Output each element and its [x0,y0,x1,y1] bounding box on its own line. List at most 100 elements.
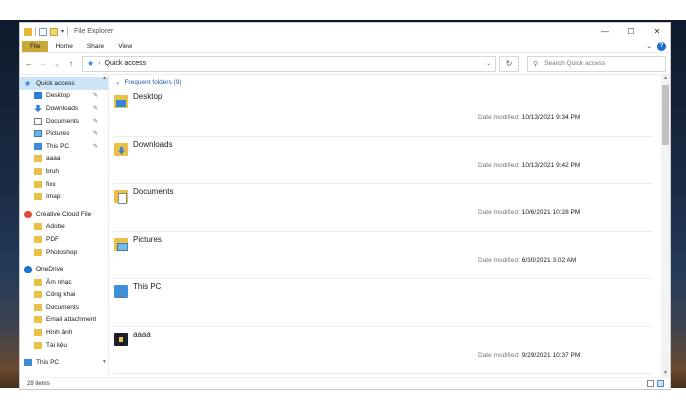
sidebar-item-adobe[interactable]: Adobe [20,221,108,234]
sidebar-item-this-pc[interactable]: This PC [20,356,108,369]
up-button[interactable]: ↑ [66,59,76,68]
details-view-icon[interactable] [647,380,654,387]
breadcrumb[interactable]: Quick access [105,60,147,67]
view-switcher [647,380,670,387]
sidebar-item-bruh[interactable]: bruh [20,165,108,178]
sidebar-item-onedrive-documents[interactable]: Documents [20,301,108,314]
scroll-down-icon[interactable]: ▼ [661,370,670,376]
folder-name: This PC [133,282,162,291]
sidebar-item-pictures[interactable]: Pictures ✎ [20,127,108,140]
sidebar-item-creative-cloud[interactable]: Creative Cloud File [20,208,108,221]
navigation-pane: ★ Quick access Desktop ✎ Downloads ✎ Doc… [20,75,109,377]
scroll-down-icon[interactable]: ▼ [102,359,107,365]
navigation-scrollbar[interactable]: ▲ ▼ [101,75,108,377]
tab-view[interactable]: View [111,43,139,50]
sidebar-item-label: Creative Cloud File [36,210,92,218]
sidebar-item-photoshop[interactable]: Photoshop [20,246,108,259]
sidebar-item-onedrive[interactable]: OneDrive [20,263,108,276]
sidebar-item-label: Documents [46,117,79,125]
minimize-button[interactable]: — [592,23,618,40]
customize-toolbar-dropdown-icon[interactable]: ▾ [61,28,64,35]
sidebar-item-quick-access[interactable]: ★ Quick access [20,77,108,90]
documents-folder-icon [114,190,128,204]
tab-file[interactable]: File [22,40,49,52]
breadcrumb-chevron-icon[interactable]: › [98,60,100,67]
properties-icon[interactable] [39,27,47,36]
this-pc-icon [34,142,42,150]
maximize-button[interactable]: ☐ [618,23,644,40]
sidebar-item-fixx[interactable]: fixx [20,178,108,191]
quick-access-toolbar: ▾ [24,27,69,36]
date-modified-value: 10/13/2021 9:42 PM [521,161,581,169]
date-modified-label: Date modified: [478,114,520,121]
folder-icon [34,235,42,243]
sidebar-item-this-pc-pinned[interactable]: This PC ✎ [20,140,108,153]
folder-tile-pictures[interactable]: Pictures Date modified: 6/30/2021 3:02 A… [113,232,652,279]
folder-tile-this-pc[interactable]: This PC [113,279,652,327]
sidebar-item-hinh-anh[interactable]: Hình ảnh [20,326,108,339]
sidebar-item-aaaa[interactable]: aaaa [20,153,108,166]
folder-tile-downloads[interactable]: Downloads Date modified: 10/13/2021 9:42… [113,137,652,184]
sidebar-item-pdf[interactable]: PDF [20,233,108,246]
scrollbar-thumb[interactable] [662,85,669,145]
sidebar-item-downloads[interactable]: Downloads ✎ [20,102,108,115]
large-icons-view-icon[interactable] [657,380,664,387]
folder-icon [34,329,42,337]
search-box[interactable]: ⚲ [527,55,666,72]
folder-icon [34,291,42,299]
folder-icon [34,278,42,286]
scroll-up-icon[interactable]: ▲ [661,75,670,81]
address-dropdown-icon[interactable]: ⌄ [486,60,491,67]
scroll-up-icon[interactable]: ▲ [102,75,107,81]
sidebar-item-tai-lieu[interactable]: Tài liệu [20,339,108,352]
quick-access-star-icon: ★ [24,78,32,88]
folder-icon [34,341,42,349]
folder-tile-aaaa[interactable]: aaaa Date modified: 9/29/2021 10:37 PM [113,327,652,374]
folder-icon [34,303,42,311]
date-modified: Date modified: 6/30/2021 3:02 AM [478,257,576,264]
navigation-bar: ← → ⌄ ↑ ★ › Quick access ⌄ ↻ ⚲ [20,53,670,75]
date-modified-value: 10/6/2021 10:28 PM [521,209,581,216]
this-pc-icon [24,359,32,367]
refresh-button[interactable]: ↻ [499,55,519,72]
tab-share[interactable]: Share [80,43,111,50]
folder-icon [34,248,42,256]
help-icon[interactable]: ? [657,41,666,51]
sidebar-item-email-attachment[interactable]: Email attachment [20,314,108,327]
chevron-down-icon[interactable]: ⌄ [115,78,120,86]
new-folder-icon[interactable] [50,27,58,36]
sidebar-item-imap[interactable]: Imap [20,190,108,203]
sidebar-item-label: Photoshop [46,248,78,256]
sidebar-item-desktop[interactable]: Desktop ✎ [20,90,108,103]
window-controls: — ☐ ✕ [592,23,670,40]
sidebar-item-label: Pictures [46,130,70,138]
frequent-folders-header[interactable]: ⌄ Frequent folders (9) [109,75,670,89]
folder-tile-desktop[interactable]: Desktop Date modified: 10/13/2021 9:34 P… [113,89,652,137]
address-bar[interactable]: ★ › Quick access ⌄ [82,55,496,72]
content-scrollbar[interactable]: ▲ ▼ [661,75,670,377]
recent-locations-icon[interactable]: ⌄ [52,59,62,68]
sidebar-item-cong-khai[interactable]: Công khai [20,289,108,302]
tab-home[interactable]: Home [48,43,79,50]
back-button[interactable]: ← [24,59,34,68]
sidebar-item-label: Adobe [46,223,65,231]
date-modified: Date modified: 10/13/2021 9:34 PM [478,114,580,121]
desktop-icon [34,92,42,100]
pin-icon: ✎ [92,105,98,112]
date-modified-label: Date modified: [478,256,520,264]
close-button[interactable]: ✕ [644,23,670,40]
status-bar: 29 items [20,377,670,389]
sidebar-item-am-nhac[interactable]: Âm nhạc [20,276,108,289]
date-modified-value: 6/30/2021 3:02 AM [521,256,577,264]
folder-icon [34,193,42,201]
forward-button[interactable]: → [38,59,48,68]
onedrive-cloud-icon [24,266,32,274]
folder-tile-documents[interactable]: Documents Date modified: 10/6/2021 10:28… [113,184,652,232]
expand-ribbon-icon[interactable]: ⌄ [646,42,652,50]
creative-cloud-icon [24,210,32,218]
toolbar-divider [67,27,69,36]
sidebar-item-documents[interactable]: Documents ✎ [20,115,108,128]
search-input[interactable] [544,60,660,67]
explorer-folder-icon [24,27,32,36]
date-modified-label: Date modified: [478,351,520,359]
